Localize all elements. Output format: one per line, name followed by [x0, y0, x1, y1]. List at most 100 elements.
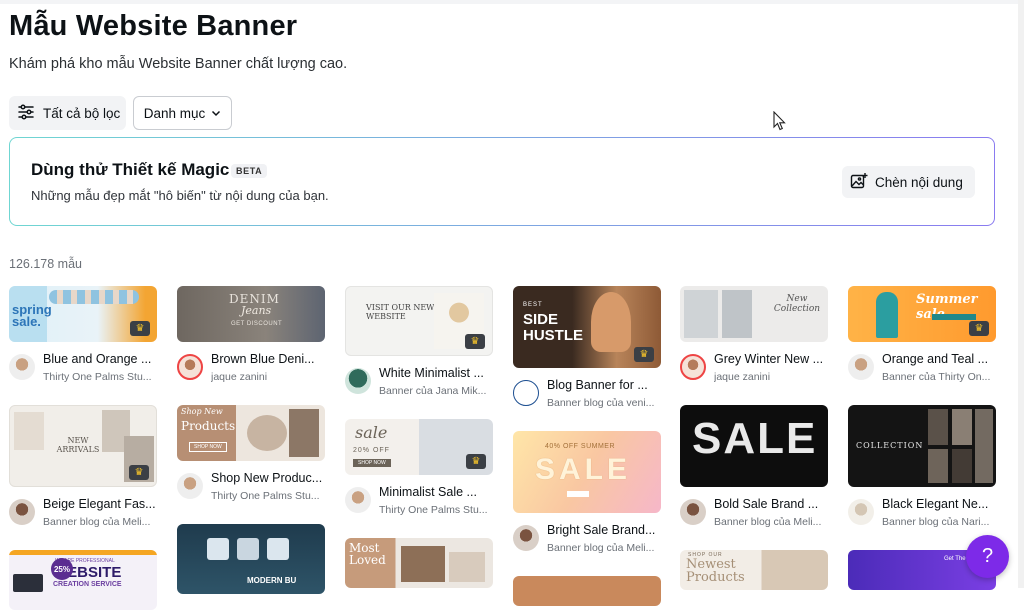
- thumbnail-small-text: SHOP NOW: [353, 459, 391, 467]
- crown-icon: ♛: [129, 465, 149, 480]
- template-column-5: New Collection Grey Winter New ... jaque…: [680, 286, 828, 590]
- template-title[interactable]: Brown Blue Deni...: [211, 352, 325, 366]
- avatar[interactable]: [848, 354, 874, 380]
- thumbnail-text: SALE: [535, 453, 632, 486]
- insert-content-label: Chèn nội dung: [875, 174, 963, 190]
- avatar[interactable]: [345, 487, 371, 513]
- template-title[interactable]: Beige Elegant Fas...: [43, 497, 157, 511]
- template-author[interactable]: Banner blog của Meli...: [714, 516, 828, 528]
- template-author[interactable]: Banner blog của Meli...: [547, 542, 661, 554]
- crown-icon: ♛: [130, 321, 150, 336]
- template-card[interactable]: Summer sale ♛ Orange and Teal ... Banner…: [848, 286, 996, 398]
- template-thumbnail[interactable]: COLLECTION: [848, 405, 996, 487]
- template-thumbnail[interactable]: DENIM Jeans GET DISCOUNT: [177, 286, 325, 342]
- thumbnail-small-text: BEST: [523, 302, 543, 308]
- template-thumbnail[interactable]: VISIT OUR NEW WEBSITE ♛: [345, 286, 493, 356]
- avatar[interactable]: [680, 354, 706, 380]
- template-title[interactable]: White Minimalist ...: [379, 366, 493, 380]
- avatar[interactable]: [513, 380, 539, 406]
- avatar[interactable]: [680, 499, 706, 525]
- page-scrollbar[interactable]: [1018, 0, 1024, 588]
- template-author[interactable]: Banner blog của Meli...: [43, 516, 157, 528]
- template-title[interactable]: Grey Winter New ...: [714, 352, 828, 366]
- template-thumbnail[interactable]: [513, 576, 661, 606]
- template-author[interactable]: Banner của Jana Mik...: [379, 385, 493, 397]
- crown-icon: ♛: [466, 454, 486, 469]
- template-title[interactable]: Blog Banner for ...: [547, 378, 661, 392]
- thumbnail-text: Newest Products: [686, 557, 745, 585]
- template-thumbnail[interactable]: SALE: [680, 405, 828, 487]
- template-card[interactable]: SALE Bold Sale Brand ... Banner blog của…: [680, 405, 828, 543]
- page-title: Mẫu Website Banner: [9, 10, 298, 42]
- template-title[interactable]: Bright Sale Brand...: [547, 523, 661, 537]
- avatar[interactable]: [177, 354, 203, 380]
- template-thumbnail[interactable]: Summer sale ♛: [848, 286, 996, 342]
- thumbnail-text: NEW ARRIVALS: [56, 436, 100, 454]
- template-author[interactable]: jaque zanini: [714, 371, 828, 383]
- template-thumbnail[interactable]: SHOP OUR Newest Products: [680, 550, 828, 590]
- template-thumbnail[interactable]: spring sale. ♛: [9, 286, 157, 342]
- template-author[interactable]: Banner blog của veni...: [547, 397, 661, 409]
- template-title[interactable]: Blue and Orange ...: [43, 352, 157, 366]
- template-author[interactable]: Thirty One Palms Stu...: [379, 504, 493, 516]
- results-count: 126.178 mẫu: [9, 257, 82, 271]
- template-thumbnail[interactable]: NEW ARRIVALS ♛: [9, 405, 157, 487]
- template-thumbnail[interactable]: BEST SIDE HUSTLE ♛: [513, 286, 661, 368]
- template-thumbnail[interactable]: New Collection: [680, 286, 828, 342]
- template-card[interactable]: spring sale. ♛ Blue and Orange ... Thirt…: [9, 286, 157, 398]
- template-author[interactable]: jaque zanini: [211, 371, 325, 383]
- category-label: Danh mục: [143, 105, 206, 121]
- all-filters-button[interactable]: Tất cả bộ lọc: [9, 96, 126, 130]
- template-card[interactable]: DENIM Jeans GET DISCOUNT Brown Blue Deni…: [177, 286, 325, 398]
- thumbnail-text: Products: [181, 419, 236, 433]
- template-card[interactable]: COLLECTION Black Elegant Ne... Banner bl…: [848, 405, 996, 543]
- template-card[interactable]: BEST SIDE HUSTLE ♛ Blog Banner for ... B…: [513, 286, 661, 424]
- chevron-down-icon: [211, 106, 221, 121]
- thumbnail-text: SALE: [692, 414, 818, 463]
- thumbnail-text: COLLECTION: [856, 441, 924, 450]
- avatar[interactable]: [9, 499, 35, 525]
- thumbnail-small-text: GET DISCOUNT: [231, 321, 283, 327]
- help-button[interactable]: ?: [966, 535, 1009, 578]
- template-title[interactable]: Black Elegant Ne...: [882, 497, 996, 511]
- template-card[interactable]: MODERN BU: [177, 524, 325, 594]
- template-thumbnail[interactable]: WE ARE PROFESSIONAL WEBSITE CREATION SER…: [9, 550, 157, 610]
- avatar[interactable]: [9, 354, 35, 380]
- page-subtitle: Khám phá kho mẫu Website Banner chất lượ…: [9, 56, 348, 72]
- template-author[interactable]: Banner blog của Nari...: [882, 516, 996, 528]
- template-title[interactable]: Shop New Produc...: [211, 471, 325, 485]
- avatar[interactable]: [345, 368, 371, 394]
- template-thumbnail[interactable]: 40% OFF SUMMER SALE: [513, 431, 661, 513]
- template-column-4: BEST SIDE HUSTLE ♛ Blog Banner for ... B…: [513, 286, 661, 606]
- avatar[interactable]: [177, 473, 203, 499]
- template-card[interactable]: VISIT OUR NEW WEBSITE ♛ White Minimalist…: [345, 286, 493, 412]
- thumbnail-text: Most Loved: [349, 541, 386, 567]
- template-author[interactable]: Thirty One Palms Stu...: [43, 371, 157, 383]
- category-dropdown[interactable]: Danh mục: [133, 96, 232, 130]
- template-thumbnail[interactable]: sale 20% OFF SHOP NOW ♛: [345, 419, 493, 475]
- template-author[interactable]: Thirty One Palms Stu...: [211, 490, 325, 502]
- template-card[interactable]: Most Loved: [345, 538, 493, 588]
- template-thumbnail[interactable]: Most Loved: [345, 538, 493, 588]
- template-card[interactable]: [513, 576, 661, 606]
- insert-content-button[interactable]: Chèn nội dung: [842, 166, 975, 198]
- template-card[interactable]: WE ARE PROFESSIONAL WEBSITE CREATION SER…: [9, 550, 157, 610]
- template-card[interactable]: 40% OFF SUMMER SALE Bright Sale Brand...…: [513, 431, 661, 569]
- template-card[interactable]: NEW ARRIVALS ♛ Beige Elegant Fas... Bann…: [9, 405, 157, 543]
- template-card[interactable]: sale 20% OFF SHOP NOW ♛ Minimalist Sale …: [345, 419, 493, 531]
- template-card[interactable]: New Collection Grey Winter New ... jaque…: [680, 286, 828, 398]
- template-column-3: VISIT OUR NEW WEBSITE ♛ White Minimalist…: [345, 286, 493, 588]
- thumbnail-small-text: 20% OFF: [353, 447, 390, 454]
- template-card[interactable]: Shop New Products SHOP NOW Shop New Prod…: [177, 405, 325, 517]
- template-title[interactable]: Orange and Teal ...: [882, 352, 996, 366]
- magic-design-banner: Dùng thử Thiết kế Magic BETA Những mẫu đ…: [9, 137, 995, 226]
- template-title[interactable]: Minimalist Sale ...: [379, 485, 493, 499]
- template-author[interactable]: Banner của Thirty On...: [882, 371, 996, 383]
- template-thumbnail[interactable]: Shop New Products SHOP NOW: [177, 405, 325, 461]
- template-thumbnail[interactable]: MODERN BU: [177, 524, 325, 594]
- thumbnail-small-text: CREATION SERVICE: [53, 581, 122, 588]
- avatar[interactable]: [513, 525, 539, 551]
- template-title[interactable]: Bold Sale Brand ...: [714, 497, 828, 511]
- template-card[interactable]: SHOP OUR Newest Products: [680, 550, 828, 590]
- avatar[interactable]: [848, 499, 874, 525]
